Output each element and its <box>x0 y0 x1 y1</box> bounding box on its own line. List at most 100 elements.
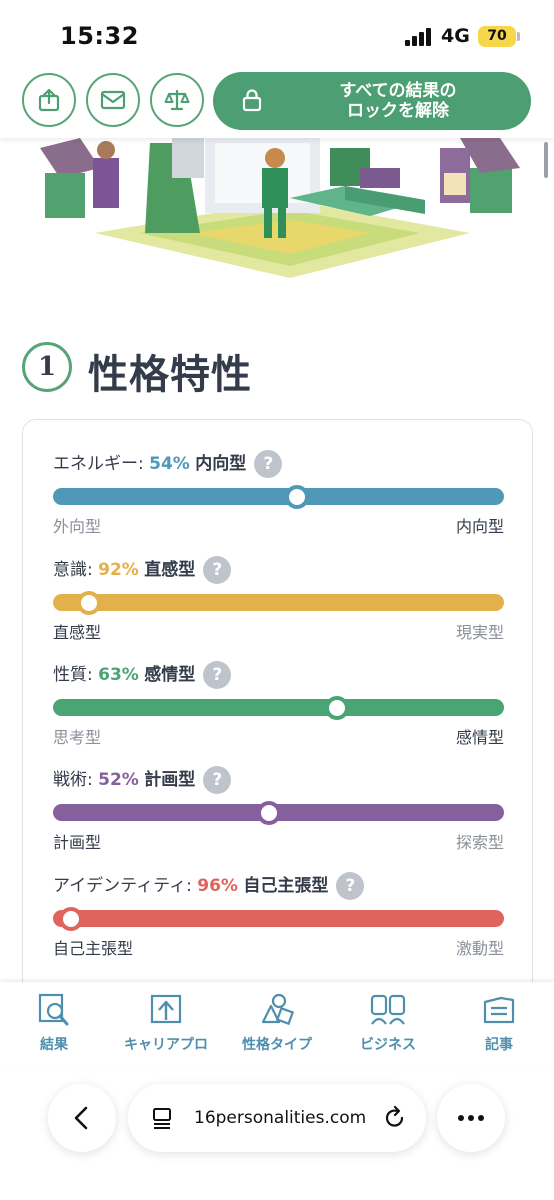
trait-type: 計画型 <box>144 770 196 790</box>
characters-illustration <box>40 138 520 278</box>
trait-row: 意識: 92% 直感型? 直感型 現実型 <box>53 556 504 642</box>
trait-type: 直感型 <box>144 560 196 580</box>
address-bar[interactable]: 16personalities.com <box>128 1084 426 1152</box>
trait-poles: 計画型 探索型 <box>53 829 504 852</box>
trait-prefix: 戦術: <box>53 770 99 790</box>
help-icon[interactable]: ? <box>203 766 232 794</box>
hero-illustration <box>0 138 554 288</box>
personality-types-icon <box>261 993 295 1026</box>
trait-right-pole: 現実型 <box>455 623 504 642</box>
trait-percent: 54% <box>149 454 190 474</box>
compare-button[interactable] <box>150 73 204 127</box>
unlock-label-line1: すべての結果の <box>339 81 457 101</box>
trait-prefix: 意識: <box>53 560 99 580</box>
lock-icon <box>242 89 262 112</box>
trait-bar <box>53 695 504 720</box>
help-icon[interactable]: ? <box>254 450 283 478</box>
scale-icon <box>164 89 190 111</box>
action-bar: すべての結果の ロックを解除 <box>0 66 554 138</box>
trait-poles: 外向型 内向型 <box>53 513 504 536</box>
trait-prefix: アイデンティティ: <box>53 876 198 896</box>
trait-label: 意識: 92% 直感型? <box>53 556 504 584</box>
help-icon[interactable]: ? <box>336 872 365 900</box>
trait-label: 性質: 63% 感情型? <box>53 661 504 689</box>
help-icon[interactable]: ? <box>203 556 232 584</box>
page-menu-icon[interactable] <box>150 1106 174 1130</box>
traits-card: エネルギー: 54% 内向型? 外向型 内向型 意識: 92% 直感型? 直感型 現実型性… <box>22 419 533 1019</box>
signal-icon <box>405 28 435 46</box>
trait-prefix: エネルギー: <box>53 454 150 474</box>
trait-left-pole: 思考型 <box>53 728 102 747</box>
nav-label-results: 結果 <box>40 1037 68 1053</box>
nav-label-career: キャリアプロ <box>124 1037 208 1053</box>
results-icon <box>38 993 69 1026</box>
share-button[interactable] <box>22 73 76 127</box>
nav-item-articles[interactable]: 記事 <box>444 992 554 1054</box>
unlock-label-line2: ロックを解除 <box>347 101 449 121</box>
trait-marker <box>284 484 309 509</box>
bottom-navigation: 結果 キャリアプロ 性格タイプ ビジネス 記事 <box>0 982 554 1068</box>
trait-marker <box>59 906 84 931</box>
trait-bar <box>53 590 504 615</box>
reload-icon[interactable] <box>382 1105 408 1131</box>
trait-right-pole: 激動型 <box>455 939 504 958</box>
career-icon <box>150 994 182 1024</box>
section-number: 1 <box>22 342 72 392</box>
trait-marker <box>325 695 350 720</box>
trait-type: 感情型 <box>144 665 196 685</box>
trait-row: アイデンティティ: 96% 自己主張型? 自己主張型 激動型 <box>53 872 504 958</box>
nav-label-articles: 記事 <box>485 1037 513 1053</box>
mail-icon <box>100 90 126 110</box>
unlock-all-results-button[interactable]: すべての結果の ロックを解除 <box>213 72 531 130</box>
trait-percent: 96% <box>197 876 238 896</box>
trait-label: エネルギー: 54% 内向型? <box>53 450 504 478</box>
more-button[interactable] <box>437 1084 505 1152</box>
trait-left-pole: 計画型 <box>53 833 102 852</box>
unlock-label: すべての結果の ロックを解除 <box>275 81 521 121</box>
trait-row: エネルギー: 54% 内向型? 外向型 内向型 <box>53 450 504 536</box>
articles-icon <box>483 996 515 1024</box>
email-button[interactable] <box>86 73 140 127</box>
nav-label-personality-types: 性格タイプ <box>242 1037 312 1053</box>
trait-row: 性質: 63% 感情型? 思考型 感情型 <box>53 661 504 747</box>
trait-label: 戦術: 52% 計画型? <box>53 766 504 794</box>
trait-type: 内向型 <box>195 454 247 474</box>
trait-percent: 52% <box>98 770 139 790</box>
browser-toolbar: 16personalities.com <box>0 1068 554 1200</box>
trait-right-pole: 探索型 <box>455 833 504 852</box>
trait-poles: 思考型 感情型 <box>53 724 504 747</box>
trait-type: 自己主張型 <box>243 876 329 896</box>
more-icon <box>458 1115 484 1121</box>
nav-item-business[interactable]: ビジネス <box>333 992 443 1054</box>
trait-percent: 63% <box>98 665 139 685</box>
nav-item-results[interactable]: 結果 <box>0 992 109 1054</box>
chevron-left-icon <box>74 1106 88 1130</box>
trait-left-pole: 自己主張型 <box>53 939 134 958</box>
nav-item-career[interactable]: キャリアプロ <box>111 992 221 1054</box>
trait-marker <box>257 800 282 825</box>
trait-left-pole: 外向型 <box>53 517 102 536</box>
help-icon[interactable]: ? <box>203 661 232 689</box>
trait-marker <box>77 590 102 615</box>
trait-left-pole: 直感型 <box>53 623 102 642</box>
back-button[interactable] <box>48 1084 116 1152</box>
trait-poles: 自己主張型 激動型 <box>53 935 504 958</box>
trait-right-pole: 内向型 <box>455 517 504 536</box>
trait-bar <box>53 484 504 509</box>
nav-item-personality-types[interactable]: 性格タイプ <box>222 992 332 1054</box>
url-text: 16personalities.com <box>194 1108 367 1128</box>
trait-row: 戦術: 52% 計画型? 計画型 探索型 <box>53 766 504 852</box>
trait-bar <box>53 800 504 825</box>
status-time: 15:32 <box>60 22 139 50</box>
page-scrollbar[interactable] <box>544 142 548 178</box>
business-icon <box>370 994 406 1025</box>
battery-icon: 70 <box>478 26 516 47</box>
network-type: 4G <box>441 25 470 47</box>
trait-percent: 92% <box>98 560 139 580</box>
trait-right-pole: 感情型 <box>455 728 504 747</box>
trait-label: アイデンティティ: 96% 自己主張型? <box>53 872 504 900</box>
nav-label-business: ビジネス <box>360 1037 416 1053</box>
section-title: 性格特性 <box>88 352 252 398</box>
share-icon <box>38 88 60 112</box>
trait-prefix: 性質: <box>53 665 99 685</box>
